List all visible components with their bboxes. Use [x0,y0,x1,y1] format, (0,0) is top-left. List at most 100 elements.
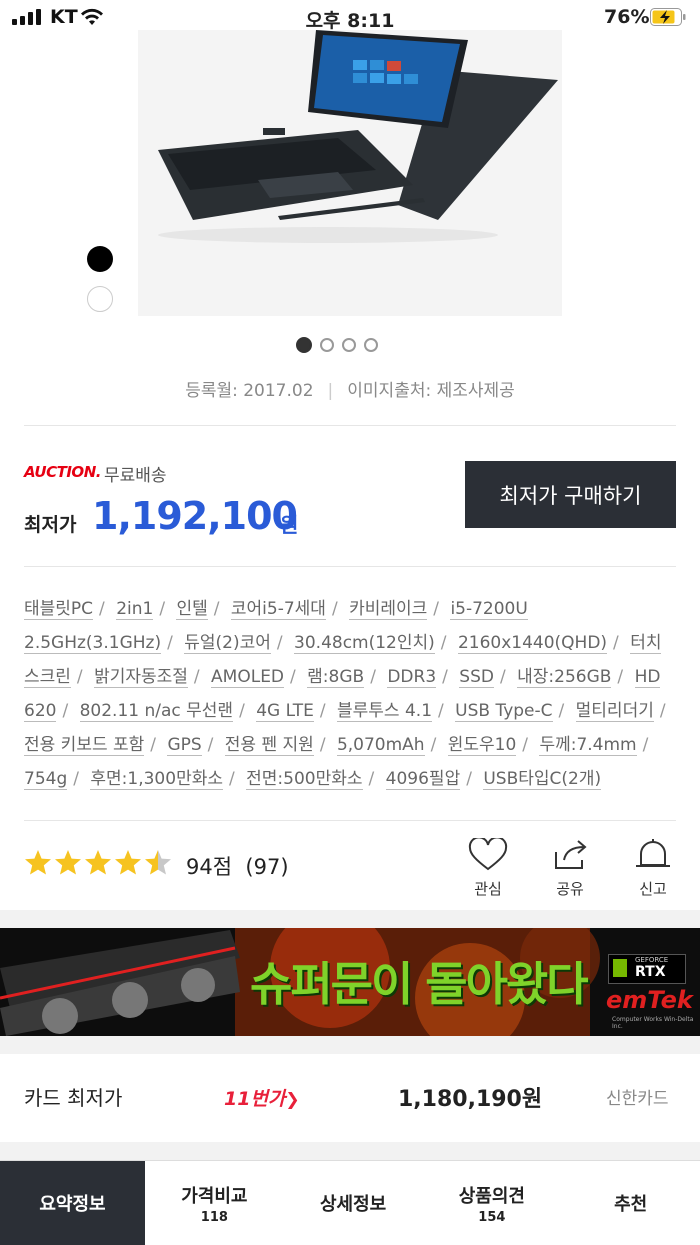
like-button[interactable]: 관심 [458,836,518,899]
spec-separator: / [239,701,245,721]
share-button[interactable]: 공유 [540,838,600,899]
spec-tag[interactable]: 전면:500만화소 [246,769,363,790]
product-image[interactable] [138,30,562,316]
bell-icon [636,839,670,867]
spec-tag[interactable]: 802.11 n/ac 무선랜 [79,701,234,722]
spec-tag[interactable]: 태블릿PC [24,599,94,620]
spec-tag[interactable]: SSD [459,667,494,688]
spec-separator: / [522,735,529,755]
spec-tag[interactable]: 754g [24,769,68,790]
spec-tag[interactable]: 램:8GB [307,667,365,688]
page-dot-1[interactable] [296,336,312,353]
arrow-right-icon: ❯ [285,1090,300,1110]
emtek-subtitle: Computer Works Win-Delta Inc. [612,1016,694,1030]
buy-lowest-button[interactable]: 최저가 구매하기 [465,461,676,528]
emtek-logo: emTek [606,986,693,1014]
spec-separator: / [229,769,235,789]
rating-score[interactable]: 94점 (97) [186,851,289,881]
card-name: 신한카드 [606,1089,669,1109]
spec-tag[interactable]: USB타입C(2개) [483,769,602,790]
divider [24,425,676,426]
spec-separator: / [642,735,649,755]
spec-tag[interactable]: 전용 펜 지원 [224,735,314,756]
tab-2[interactable]: 가격비교 118 [145,1161,284,1245]
page-dot-3[interactable] [342,337,356,352]
spec-separator: / [438,701,444,721]
auction-logo[interactable]: AUCTION. [24,463,101,481]
star-icon [115,850,141,875]
spec-tag[interactable]: 인텔 [176,599,208,620]
spec-tag[interactable]: 윈도우10 [447,735,517,756]
spec-list: 태블릿PC/ 2in1/ 인텔 / 코어i5-7세대 / 카비레이크 / i5-720… [24,592,676,796]
spec-separator: / [433,599,440,619]
tab-1[interactable]: 요약정보 [0,1161,145,1245]
11st-logo[interactable]: 11번가❯ [224,1084,300,1111]
spec-separator: / [331,599,338,619]
share-icon [555,840,587,869]
spec-separator: / [99,599,105,619]
spec-tag[interactable]: 2in1 [116,599,154,620]
spec-separator: / [207,735,214,755]
tab-4[interactable]: 상품의견 154 [423,1161,562,1245]
spec-separator: / [466,769,472,789]
spec-tag[interactable]: 듀얼(2)코어 [184,633,271,654]
card-lowest-price[interactable]: 1,180,190원 [398,1081,542,1113]
spec-tag[interactable]: DDR3 [387,667,437,688]
tab-5[interactable]: 추천 [561,1161,700,1245]
spec-separator: / [558,701,565,721]
spec-separator: / [73,769,79,789]
tab-label: 가격비교 [181,1185,248,1207]
spec-separator: / [76,667,83,687]
spec-tag[interactable]: 내장:256GB [517,667,612,688]
spec-tag[interactable]: 카비레이크 [349,599,428,620]
spec-separator: / [499,667,506,687]
spec-tag[interactable]: USB Type-C [455,701,553,722]
spec-tag[interactable]: 후면:1,300만화소 [90,769,223,790]
divider [24,820,676,821]
ad-banner[interactable]: 슈퍼문이 돌아왔다 GEFORCE RTX emTek Computer Wor… [0,928,700,1036]
tab-label: 상품의견 [458,1185,525,1207]
spec-separator: / [368,769,375,789]
spec-tag[interactable]: 두께:7.4mm [539,735,637,756]
spec-tag[interactable]: AMOLED [211,667,285,688]
color-swatch-black[interactable] [87,246,113,272]
star-icon [25,850,51,875]
color-swatch-white[interactable] [87,286,113,312]
rating-score-value: 94점 [186,855,233,879]
meta-divider: | [327,381,334,401]
spec-tag[interactable]: 4096필압 [385,769,461,790]
section-gap [0,1036,700,1054]
tab-count: 118 [200,1209,228,1225]
spec-separator: / [213,599,220,619]
lowest-price: 1,192,100 [92,494,298,538]
page-dot-4[interactable] [364,337,378,352]
gallery-pagination[interactable] [296,334,386,353]
tab-count: 154 [478,1209,506,1225]
registered-date: 등록월: 2017.02 [185,381,314,401]
spec-tag[interactable]: 코어i5-7세대 [230,599,326,620]
tab-label: 요약정보 [39,1194,106,1215]
spec-tag[interactable]: 멀티리더기 [575,701,654,722]
battery-charging-icon [650,8,686,26]
star-icon [145,850,171,875]
page-dot-2[interactable] [320,337,334,352]
spec-tag[interactable]: 블루투스 4.1 [337,701,433,722]
badge-top: GEFORCE [635,956,669,964]
spec-tag[interactable]: 5,070mAh [336,735,425,756]
spec-tag[interactable]: 2160x1440(QHD) [457,633,608,654]
spec-separator: / [290,667,296,687]
like-label: 관심 [474,880,502,898]
spec-tag[interactable]: 30.48cm(12인치) [294,633,435,654]
spec-separator: / [617,667,624,687]
tab-3[interactable]: 상세정보 [284,1161,423,1245]
star-icon [55,850,81,875]
image-source: 이미지출처: 제조사제공 [347,381,515,401]
spec-tag[interactable]: 밝기자동조절 [94,667,188,688]
nvidia-logo-icon [613,959,627,977]
report-button[interactable]: 신고 [623,838,683,899]
spec-separator: / [440,633,447,653]
spec-tag[interactable]: GPS [167,735,202,756]
spec-tag[interactable]: 전용 키보드 포함 [24,735,145,756]
spec-separator: / [193,667,200,687]
spec-tag[interactable]: 4G LTE [256,701,314,722]
